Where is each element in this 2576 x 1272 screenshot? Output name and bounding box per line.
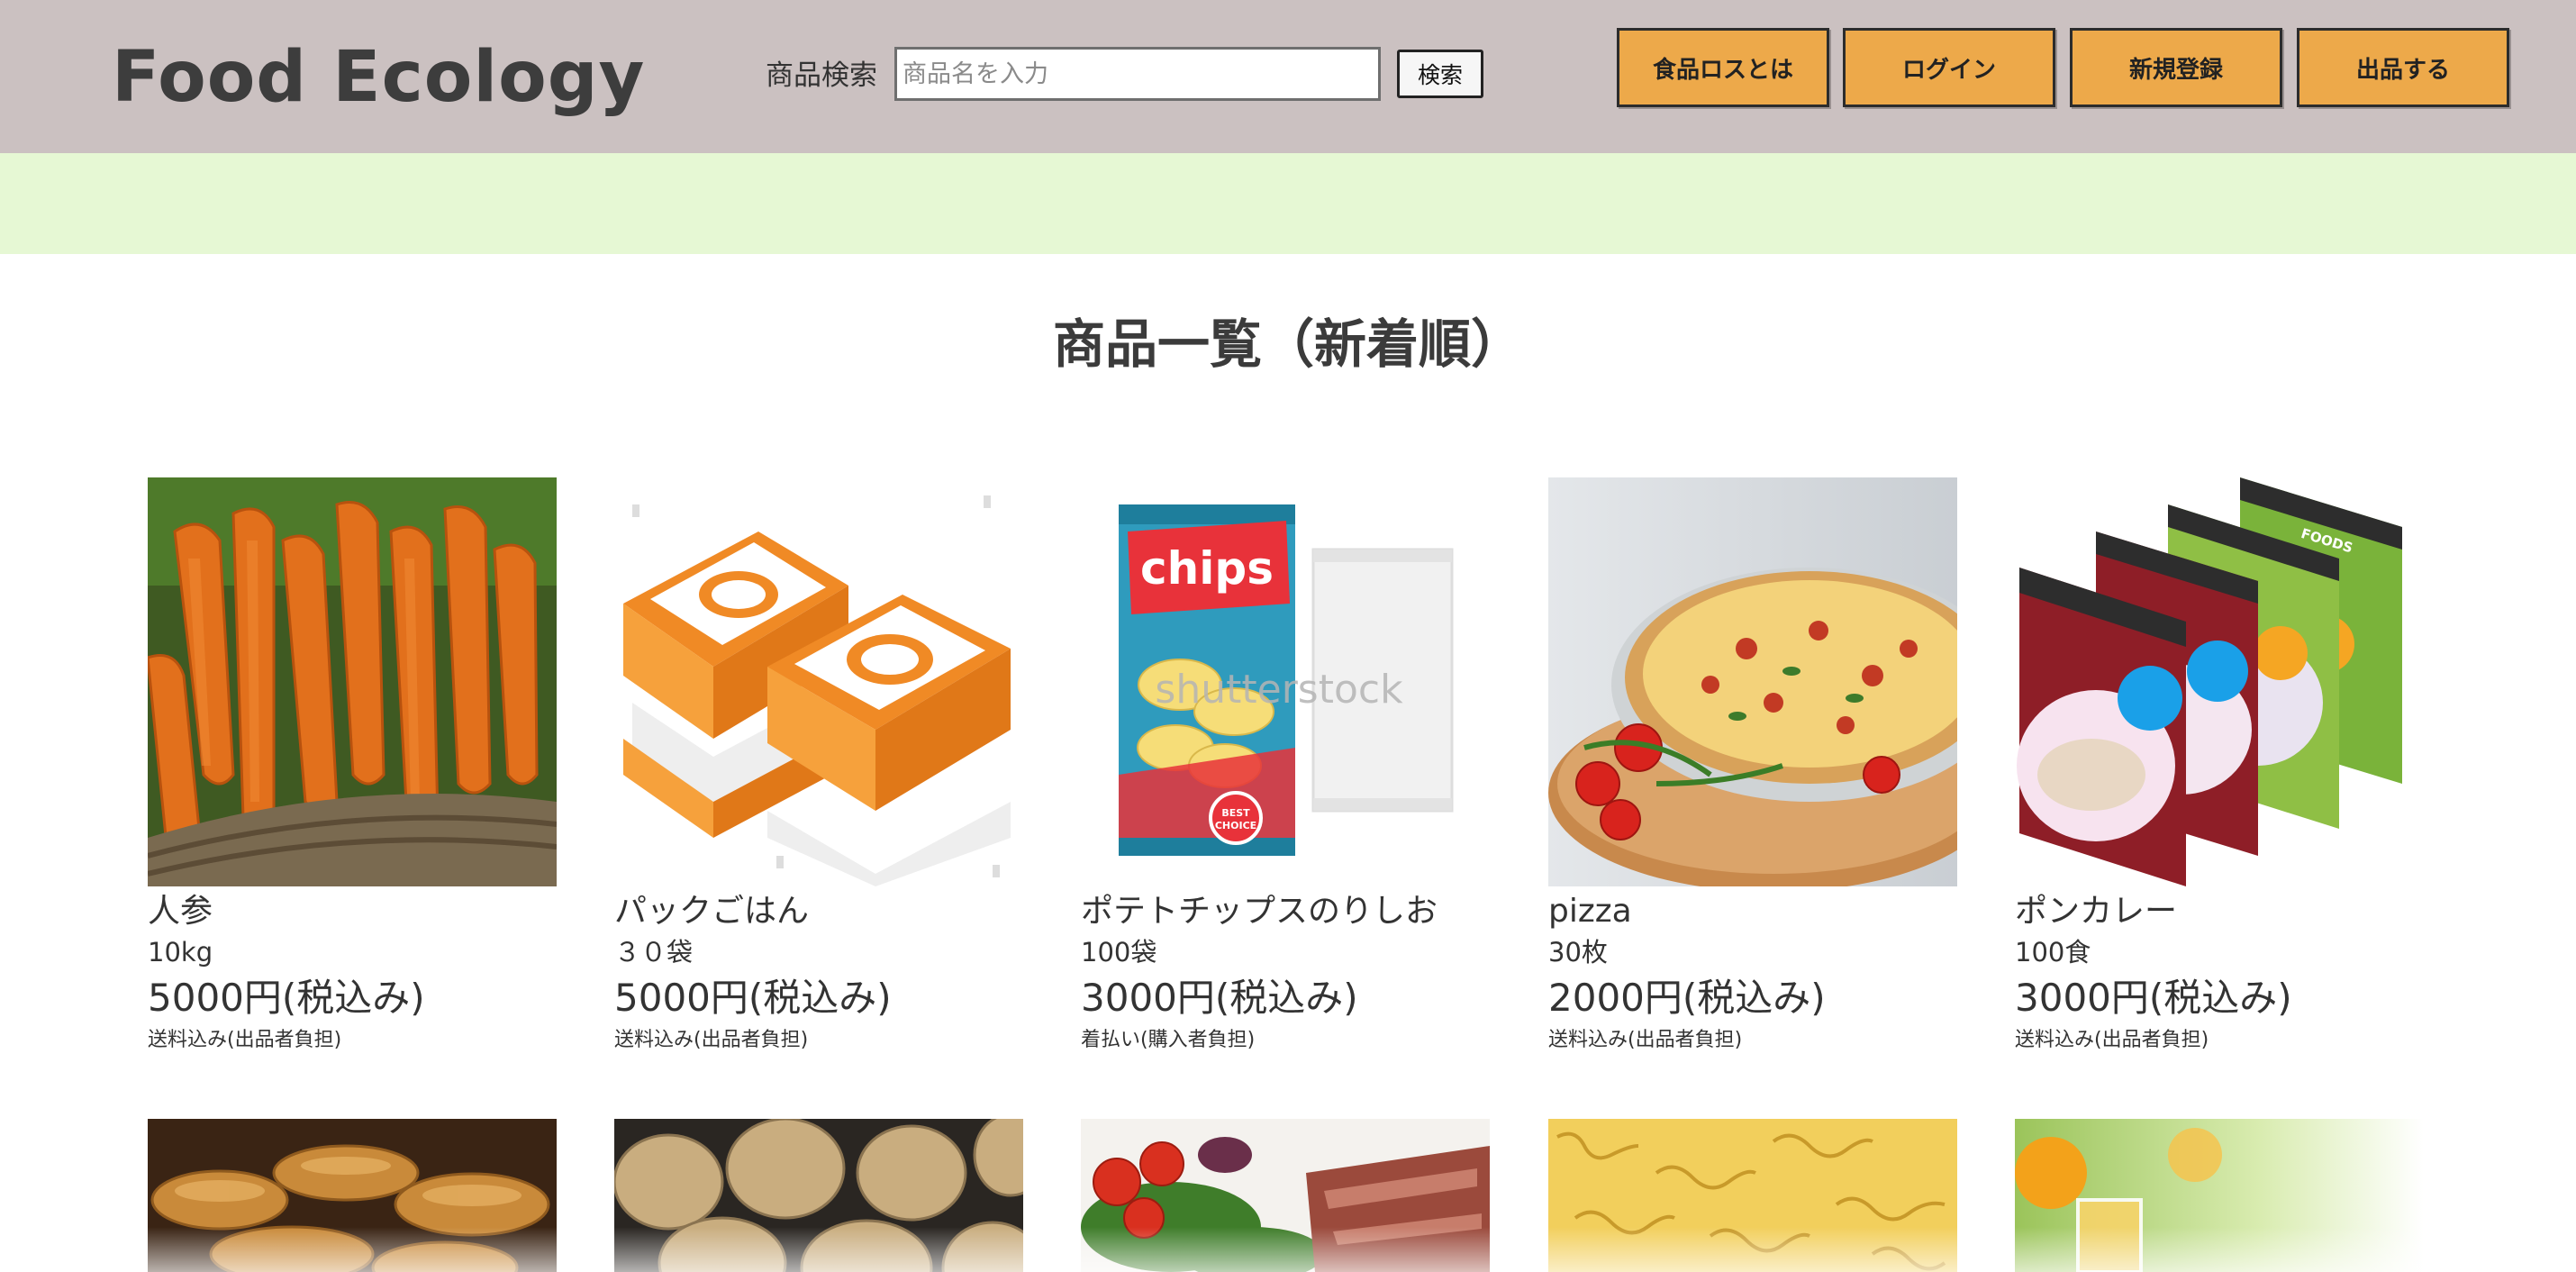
juice-fruit-image[interactable] (2015, 1119, 2424, 1272)
svg-text:CHOICE: CHOICE (1215, 820, 1256, 831)
bread-rolls-image[interactable] (148, 1119, 557, 1272)
chips-image[interactable]: chips BEST CHOICE shutterstock (1081, 477, 1490, 886)
search-button[interactable]: 検索 (1397, 50, 1483, 98)
chips-logo-text: chips (1140, 542, 1274, 595)
pizza-image[interactable] (1548, 477, 1957, 886)
product-name[interactable]: ポテトチップスのりしお (1081, 890, 1490, 933)
product-card[interactable]: パックごはん ３０袋 5000円(税込み) 送料込み(出品者負担) (614, 477, 1023, 1056)
salad-steak-image[interactable] (1081, 1119, 1490, 1272)
carrots-image[interactable] (148, 477, 557, 886)
product-quantity: 10kg (148, 937, 213, 968)
product-quantity: 30枚 (1548, 937, 1608, 968)
product-price: 3000円(税込み) (2015, 976, 2292, 1020)
product-card[interactable]: 人参 10kg 5000円(税込み) 送料込み(出品者負担) (148, 477, 557, 1056)
product-quantity: 100袋 (1081, 937, 1157, 968)
product-quantity: 100食 (2015, 937, 2091, 968)
product-name[interactable]: pizza (1548, 890, 1957, 933)
site-header: Food Ecology 商品検索 検索 食品ロスとは ログイン 新規登録 出品… (0, 0, 2576, 153)
product-card[interactable]: pizza 30枚 2000円(税込み) 送料込み(出品者負担) (1548, 477, 1957, 1056)
shutterstock-watermark: shutterstock (1155, 667, 1403, 713)
svg-text:BEST: BEST (1221, 807, 1250, 819)
product-shipping: 送料込み(出品者負担) (614, 1029, 809, 1051)
product-price: 2000円(税込み) (1548, 976, 1826, 1020)
page-title: 商品一覧（新着順） (1052, 313, 1523, 375)
product-price: 3000円(税込み) (1081, 976, 1358, 1020)
product-price: 5000円(税込み) (614, 976, 892, 1020)
nav-food-loss-button[interactable]: 食品ロスとは (1617, 28, 1829, 107)
product-shipping: 送料込み(出品者負担) (2015, 1029, 2209, 1051)
product-shipping: 送料込み(出品者負担) (148, 1029, 342, 1051)
product-card[interactable]: FOODS ポンカレー 100食 3000円(税込み) 送料込み(出品者負担) (2015, 477, 2424, 1056)
search-label: 商品検索 (766, 59, 877, 92)
banner-strip (0, 153, 2576, 254)
fusilli-pasta-image[interactable] (1548, 1119, 1957, 1272)
site-logo[interactable]: Food Ecology (112, 34, 645, 121)
product-shipping: 送料込み(出品者負担) (1548, 1029, 1743, 1051)
nav-signup-button[interactable]: 新規登録 (2070, 28, 2282, 107)
search-input[interactable] (894, 47, 1381, 101)
product-name[interactable]: ポンカレー (2015, 890, 2424, 933)
product-price: 5000円(税込み) (148, 976, 425, 1020)
nav-login-button[interactable]: ログイン (1843, 28, 2055, 107)
curry-image[interactable]: FOODS (2015, 477, 2424, 886)
product-card[interactable]: chips BEST CHOICE shutterstock ポテトチップスのり… (1081, 477, 1490, 1056)
product-quantity: ３０袋 (614, 937, 694, 968)
product-name[interactable]: パックごはん (614, 890, 1023, 933)
product-name[interactable]: 人参 (148, 890, 557, 933)
product-shipping: 着払い(購入者負担) (1081, 1029, 1256, 1051)
nav-sell-button[interactable]: 出品する (2297, 28, 2509, 107)
packed-rice-image[interactable] (614, 477, 1023, 886)
potatoes-image[interactable] (614, 1119, 1023, 1272)
